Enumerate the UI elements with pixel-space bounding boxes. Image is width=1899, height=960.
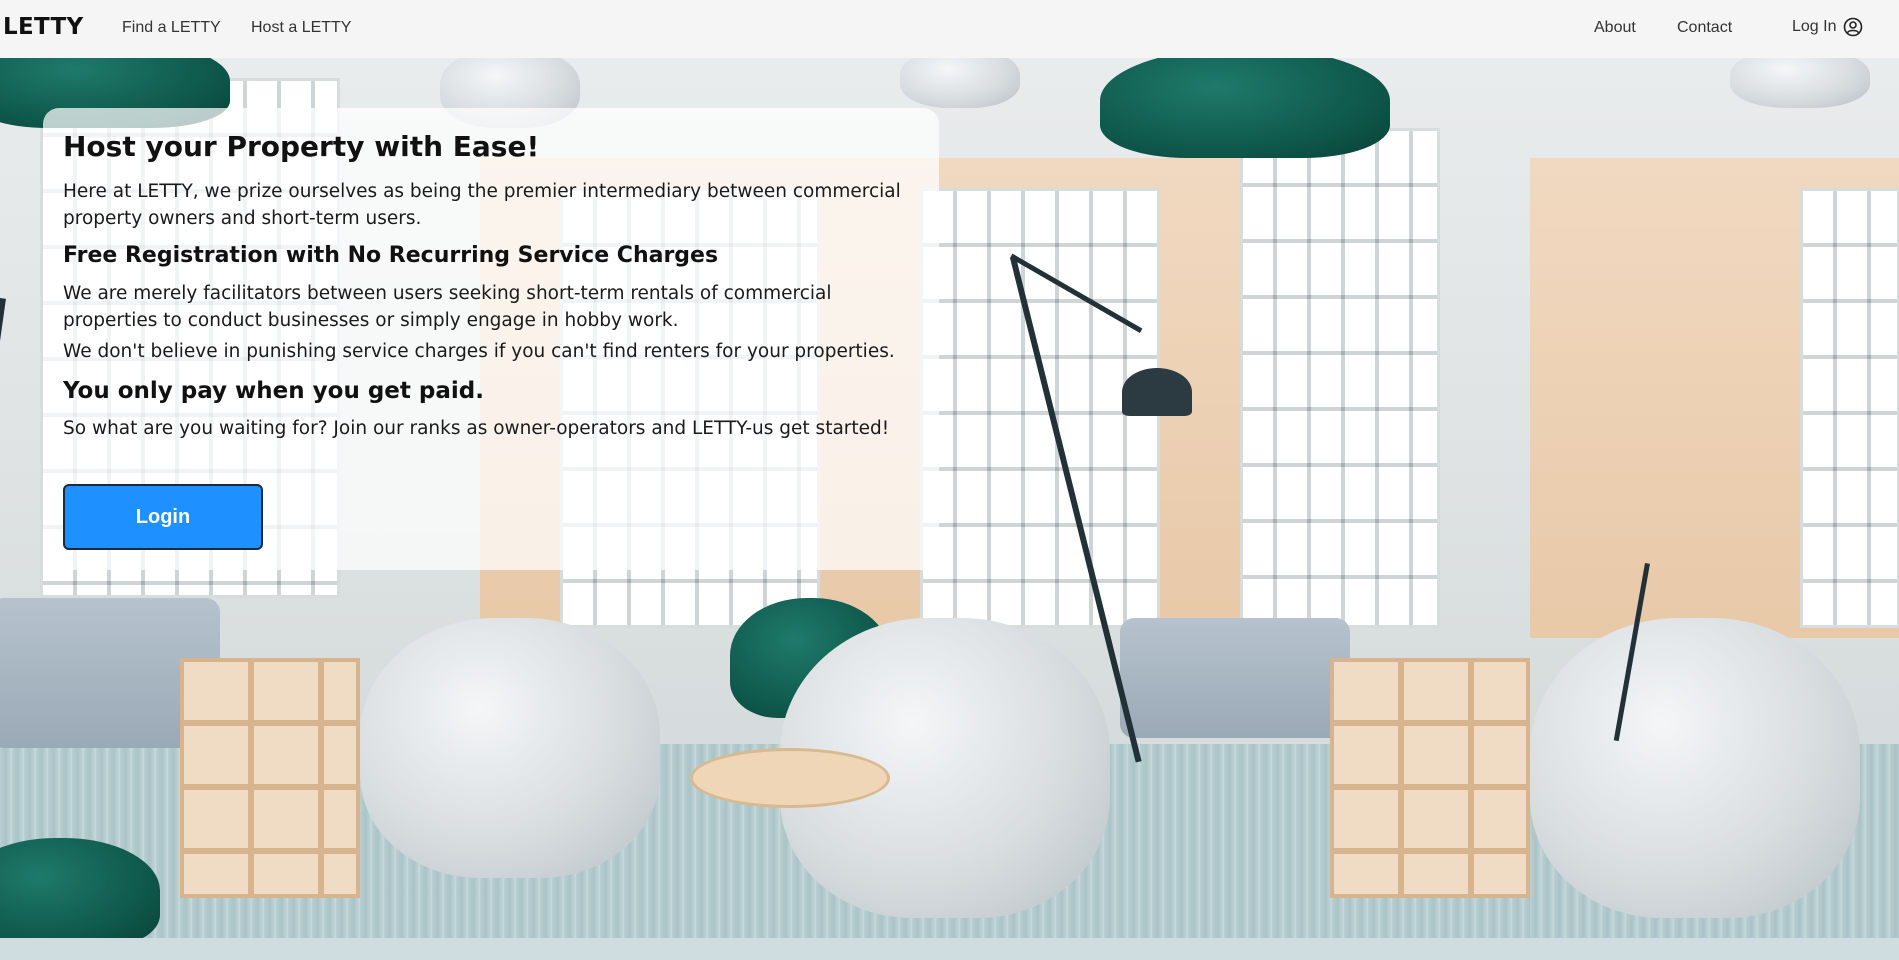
nav-login-label: Log In (1792, 18, 1837, 35)
page-title: Host your Property with Ease! (63, 130, 540, 163)
user-circle-icon (1844, 17, 1863, 37)
login-button[interactable]: Login (63, 484, 263, 550)
nav-host-a-letty[interactable]: Host a LETTY (251, 19, 351, 37)
background-tile-bottom-strip (0, 938, 1899, 960)
nav-about[interactable]: About (1594, 19, 1636, 37)
background-tile-right (1530, 58, 1899, 938)
top-navbar: LETTY Find a LETTY Host a LETTY About Co… (0, 0, 1899, 58)
brand-logo[interactable]: LETTY (3, 14, 83, 40)
intro-text: Here at LETTY, we prize ourselves as bei… (63, 181, 901, 229)
nav-find-a-letty[interactable]: Find a LETTY (122, 19, 221, 37)
cta-text: So what are you waiting for? Join our ra… (63, 418, 890, 439)
section-heading-free-registration: Free Registration with No Recurring Serv… (63, 243, 719, 268)
nav-login[interactable]: Log In (1792, 17, 1863, 37)
service-charge-text: We don't believe in punishing service ch… (63, 341, 895, 362)
facilitator-text: We are merely facilitators between users… (63, 283, 832, 331)
host-info-card: Host your Property with Ease! Here at LE… (43, 108, 939, 570)
nav-contact[interactable]: Contact (1677, 19, 1732, 37)
tagline-heading: You only pay when you get paid. (63, 378, 484, 404)
